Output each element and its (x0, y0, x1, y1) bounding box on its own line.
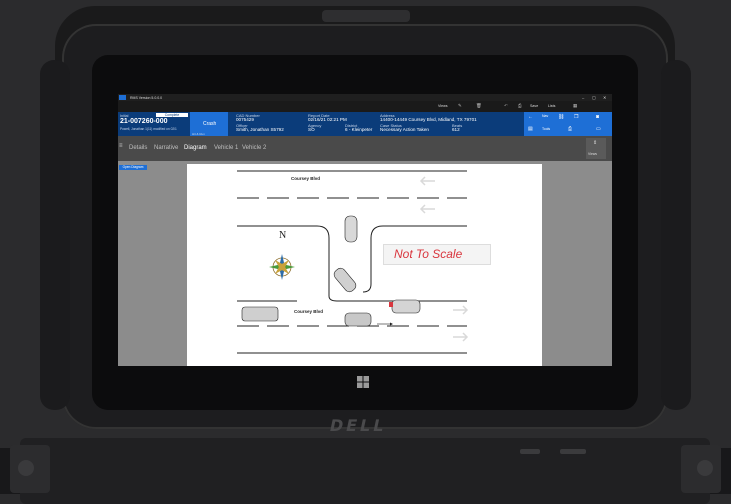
arrow-left-icon[interactable]: ← (528, 114, 533, 120)
tab-details[interactable]: Details (129, 145, 147, 151)
district-value: 6 - Kleinpeter (345, 127, 373, 132)
tab-vehicle-2[interactable]: Vehicle 2 (242, 145, 266, 151)
scale-note-box: Not To Scale (383, 244, 491, 265)
grid-icon[interactable]: ▦ (573, 103, 577, 109)
lists-button[interactable]: Lists (548, 104, 555, 108)
maximize-button[interactable]: ▢ (592, 95, 596, 100)
nav-button[interactable]: Nav (542, 114, 548, 118)
action-panel: ← Nav ⛓ ❐ ◙ ▤ Tools ⎙ ▭ (524, 112, 612, 136)
tools-button[interactable]: Tools (542, 127, 550, 131)
close-button[interactable]: ✕ (603, 95, 606, 100)
brand-logo: DELL (327, 416, 389, 435)
agency-value: SO (308, 127, 315, 132)
officer-value: Smith, Jonathan S5792 (236, 127, 284, 132)
diagram-canvas (237, 170, 469, 354)
copy-icon[interactable]: ❐ (574, 114, 578, 120)
right-hinge-knob (697, 460, 713, 476)
windows-logo-icon (357, 376, 369, 388)
open-diagram-button[interactable]: Open Diagram (119, 165, 147, 170)
form-icon[interactable]: ▤ (528, 126, 533, 132)
vehicle-east (391, 299, 421, 314)
officer-modified-line: Powell, Jonathan 1(11) modified on 02/1 (120, 127, 177, 131)
menu-icon[interactable]: ≡ (119, 143, 123, 149)
case-status-value: Necessary Action Taken (380, 127, 429, 132)
back-button[interactable] (119, 95, 126, 100)
command-bar: Views ✎ 🗑 ↶ ⎙ Save Lists ▦ (118, 101, 612, 112)
beats-value: 612 (452, 127, 460, 132)
report-date-value: 02/16/21 02:21 PM (308, 117, 347, 122)
views-icon: ⇕ (593, 140, 598, 146)
cad-number-value: 0075429 (236, 117, 254, 122)
views-button[interactable]: ⇕ Views (586, 138, 606, 159)
vehicle-turning (333, 267, 357, 293)
pen-icon[interactable]: ✎ (458, 103, 462, 109)
minimize-button[interactable]: – (582, 95, 584, 100)
north-label: N (279, 230, 287, 241)
scale-note: Not To Scale (394, 247, 463, 261)
tab-vehicle-1[interactable]: Vehicle 1 (214, 145, 238, 151)
right-bumper (661, 60, 691, 410)
status-led (560, 449, 586, 454)
incident-status: Initial (120, 113, 129, 118)
tab-diagram[interactable]: Diagram (184, 145, 207, 151)
top-handle (322, 10, 410, 22)
vehicle-west (344, 312, 372, 327)
windows-home-button[interactable] (356, 375, 370, 389)
left-hinge-knob (18, 460, 34, 476)
tablet-lower-housing (20, 438, 710, 504)
crash-type-label: Crash (203, 121, 217, 127)
window-title: RMS Version 5.0.0.0 (130, 95, 163, 100)
tab-bar: ≡ Details Narrative Diagram Vehicle 1 Ve… (118, 136, 612, 161)
vehicle-pickup (241, 306, 279, 322)
incident-number: 21-007260-000 (120, 118, 168, 125)
street-label-top: Coursey Blvd (291, 176, 321, 181)
camera-icon[interactable]: ◙ (596, 114, 599, 120)
views-label: Views (588, 152, 597, 156)
folder-icon[interactable]: ▭ (596, 126, 601, 132)
title-bar: RMS Version 5.0.0.0 – ▢ ✕ (118, 94, 612, 101)
save-button[interactable]: Save (530, 104, 538, 108)
print-icon[interactable]: ⎙ (518, 103, 522, 108)
screen: RMS Version 5.0.0.0 – ▢ ✕ Views ✎ 🗑 ↶ ⎙ … (118, 94, 612, 366)
tab-narrative[interactable]: Narrative (154, 145, 178, 151)
vehicle-northbound (344, 215, 358, 243)
link-icon[interactable]: ⛓ (558, 114, 564, 120)
address-value: 14400-14449 Coursey Blvd, Midland, TX 79… (380, 117, 477, 122)
views-menu[interactable]: Views (438, 104, 448, 108)
undo-icon[interactable]: ↶ (504, 103, 508, 109)
trash-icon[interactable]: 🗑 (476, 103, 482, 109)
printer-icon[interactable]: ⎙ (568, 126, 572, 132)
crash-diagram[interactable]: Coursey Blvd Coursey Blvd N Not To Scale (187, 164, 542, 366)
street-label-bottom: Coursey Blvd (294, 309, 324, 314)
status-led (520, 449, 540, 454)
incident-header: Initial Complete 21-007260-000 Powell, J… (118, 112, 612, 136)
status-badge: Complete (156, 113, 188, 117)
left-bumper (40, 60, 70, 410)
